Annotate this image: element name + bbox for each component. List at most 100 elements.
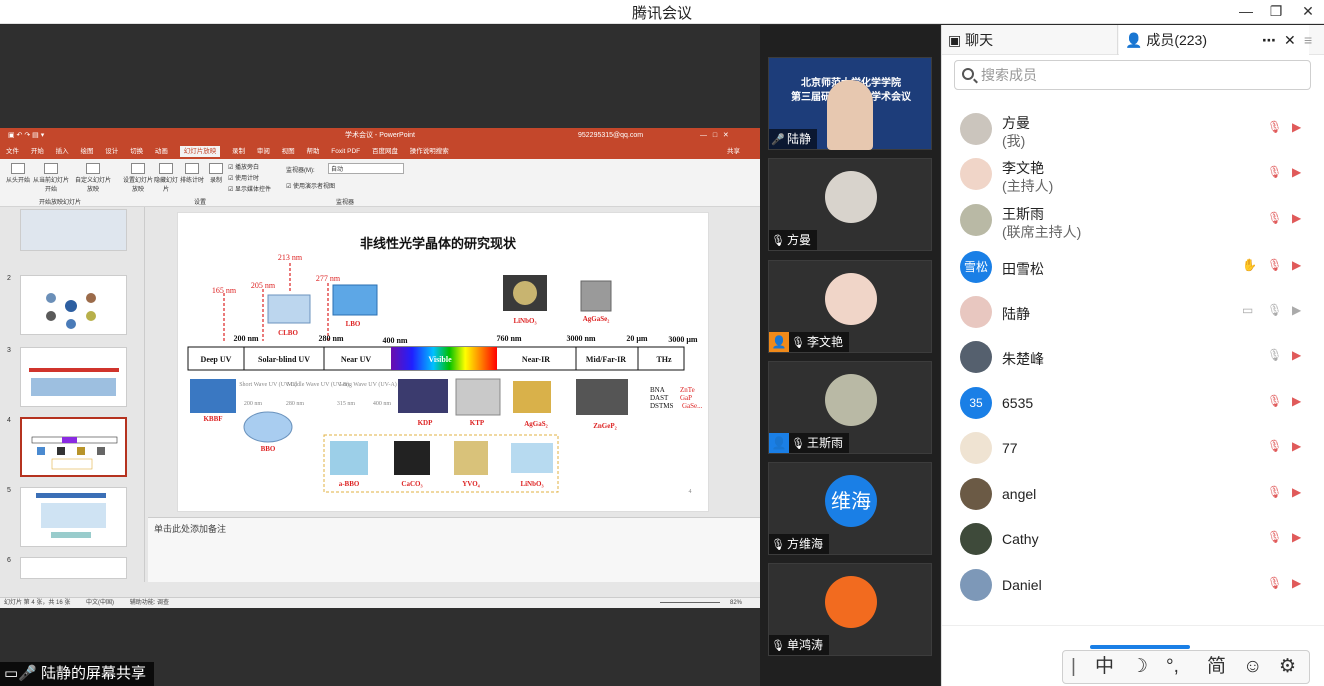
tab-foxit[interactable]: Foxit PDF: [331, 148, 360, 155]
member-row[interactable]: Cathy 🎙 ▶: [942, 517, 1324, 562]
moon-icon[interactable]: ☽: [1131, 651, 1148, 683]
custom-show-button[interactable]: 自定义幻灯片放映: [74, 163, 112, 193]
menu-icon[interactable]: ≡: [1304, 25, 1324, 55]
mic-on-icon[interactable]: 🎙: [1267, 348, 1285, 366]
member-row[interactable]: 李文艳 (主持人) 🎙 ▶: [942, 152, 1324, 197]
tab-help[interactable]: 帮助: [306, 148, 319, 155]
tab-baidu[interactable]: 百度网盘: [372, 148, 398, 155]
setup-show-button[interactable]: 设置幻灯片放映: [122, 163, 154, 193]
ppt-account[interactable]: 952295315@qq.com: [578, 128, 643, 144]
accessibility-status[interactable]: 辅助功能: 调查: [130, 600, 169, 606]
tab-slideshow[interactable]: 幻灯片放映: [179, 146, 221, 157]
record-button[interactable]: 录制: [206, 163, 226, 184]
mic-muted-icon[interactable]: 🎙: [1267, 211, 1285, 229]
camera-off-icon[interactable]: ▶: [1292, 439, 1310, 457]
member-row[interactable]: 朱楚峰 🎙 ▶: [942, 335, 1324, 380]
slide-thumbnail[interactable]: [20, 209, 127, 251]
slide-thumbnail[interactable]: [20, 487, 127, 547]
mic-muted-icon[interactable]: 🎙: [1267, 120, 1285, 138]
from-current-button[interactable]: 从当前幻灯片开始: [32, 163, 70, 193]
camera-off-icon[interactable]: ▶: [1292, 120, 1310, 138]
slide-thumbnail[interactable]: [20, 347, 127, 407]
zoom-level[interactable]: 82%: [730, 598, 742, 609]
mic-muted-icon[interactable]: 🎙: [1267, 258, 1285, 276]
video-tile[interactable]: 维海 🎙 方维海: [768, 462, 932, 555]
camera-off-icon[interactable]: ▶: [1292, 348, 1310, 366]
tab-file[interactable]: 文件: [6, 148, 19, 155]
more-icon[interactable]: ⋯: [1262, 25, 1284, 55]
mic-muted-icon[interactable]: 🎙: [1267, 439, 1285, 457]
mic-muted-icon[interactable]: 🎙: [1267, 530, 1285, 548]
rehearse-button[interactable]: 排练计时: [179, 163, 205, 184]
mic-on-icon[interactable]: 🎙: [1267, 303, 1285, 321]
emoji-icon[interactable]: ☺: [1243, 651, 1262, 683]
maximize-button[interactable]: ❐: [1260, 0, 1292, 24]
ime-punctuation-toggle[interactable]: °,: [1166, 651, 1179, 683]
member-search-input[interactable]: 搜索成员: [954, 60, 1311, 90]
member-row[interactable]: 陆静 ▭ 🎙 ▶: [942, 290, 1324, 335]
member-row[interactable]: Daniel 🎙 ▶: [942, 563, 1324, 608]
camera-off-icon[interactable]: ▶: [1292, 165, 1310, 183]
member-row[interactable]: 方曼 (我) 🎙 ▶: [942, 107, 1324, 152]
slide-thumbnail-pane[interactable]: 2 3 4 5 6: [0, 207, 145, 582]
monitor-select[interactable]: 自动: [328, 163, 404, 174]
camera-off-icon[interactable]: ▶: [1292, 576, 1310, 594]
tab-transitions[interactable]: 切换: [130, 148, 143, 155]
from-start-button[interactable]: 从头开始: [4, 163, 32, 184]
tab-record[interactable]: 录制: [232, 148, 245, 155]
tab-design[interactable]: 设计: [105, 148, 118, 155]
language-status[interactable]: 中文(中国): [86, 600, 114, 606]
member-row[interactable]: 雪松 田雪松 ✋ 🎙 ▶: [942, 245, 1324, 290]
video-tile[interactable]: 👤 🎙 王斯雨: [768, 361, 932, 454]
video-tile[interactable]: 🎙 单鸿涛: [768, 563, 932, 656]
member-row[interactable]: 王斯雨 (联席主持人) 🎙 ▶: [942, 198, 1324, 243]
tab-animations[interactable]: 动画: [155, 148, 168, 155]
tab-review[interactable]: 审阅: [257, 148, 270, 155]
close-panel-icon[interactable]: ✕: [1284, 25, 1302, 55]
mic-muted-icon[interactable]: 🎙: [1267, 165, 1285, 183]
ime-simplified-toggle[interactable]: 简: [1207, 651, 1226, 683]
play-narration-check[interactable]: ☑ 播放旁白: [228, 162, 259, 171]
slide-thumbnail-selected[interactable]: [20, 417, 127, 477]
camera-off-icon[interactable]: ▶: [1292, 394, 1310, 412]
member-row[interactable]: angel 🎙 ▶: [942, 472, 1324, 517]
minimize-button[interactable]: —: [1230, 0, 1262, 24]
member-row[interactable]: 77 🎙 ▶: [942, 426, 1324, 471]
ime-drag-icon[interactable]: |: [1071, 651, 1076, 683]
close-button[interactable]: ✕: [1292, 0, 1324, 24]
tab-draw[interactable]: 绘图: [80, 148, 93, 155]
camera-off-icon[interactable]: ▶: [1292, 485, 1310, 503]
camera-on-icon[interactable]: ▶: [1292, 303, 1310, 321]
powerpoint-window[interactable]: ▣ ↶ ↷ ▤ ▾ 学术会议 - PowerPoint 952295315@qq…: [0, 128, 760, 608]
tab-home[interactable]: 开始: [31, 148, 44, 155]
notes-pane[interactable]: 单击此处添加备注: [148, 517, 760, 582]
presenter-view-check[interactable]: ☑ 使用演示者视图: [286, 181, 335, 190]
show-media-check[interactable]: ☑ 显示媒体控件: [228, 184, 271, 193]
ppt-window-controls[interactable]: — □ ✕: [700, 128, 729, 144]
video-tile[interactable]: 北京师范大学化学学院 第三届研究生……学术会议 🎤陆静: [768, 57, 932, 150]
slide-thumbnail[interactable]: [20, 275, 127, 335]
ime-toolbar[interactable]: | 中 ☽ °, 简 ☺ ⚙: [1062, 650, 1310, 684]
camera-off-icon[interactable]: ▶: [1292, 530, 1310, 548]
use-timings-check[interactable]: ☑ 使用计时: [228, 173, 259, 182]
camera-off-icon[interactable]: ▶: [1292, 211, 1310, 229]
slide-thumbnail[interactable]: [20, 557, 127, 579]
current-slide[interactable]: 非线性光学晶体的研究现状 165 nm 205 nm 213 nm 277 nm…: [177, 212, 709, 512]
tell-me-search[interactable]: 操作说明搜索: [410, 148, 449, 155]
share-button[interactable]: 共享: [727, 144, 740, 159]
mic-muted-icon[interactable]: 🎙: [1267, 576, 1285, 594]
tab-chat[interactable]: ▣ 聊天: [942, 25, 1118, 55]
video-tile[interactable]: 👤 🎙 李文艳: [768, 260, 932, 353]
member-row[interactable]: 35 6535 🎙 ▶: [942, 381, 1324, 426]
mic-muted-icon[interactable]: 🎙: [1267, 485, 1285, 503]
tab-insert[interactable]: 插入: [56, 148, 69, 155]
zoom-slider[interactable]: [660, 602, 720, 603]
hide-slide-button[interactable]: 隐藏幻灯片: [154, 163, 178, 193]
gear-icon[interactable]: ⚙: [1279, 651, 1296, 683]
video-tile[interactable]: 🎙 方曼: [768, 158, 932, 251]
tab-view[interactable]: 视图: [282, 148, 295, 155]
ime-handle[interactable]: [1090, 645, 1190, 649]
camera-off-icon[interactable]: ▶: [1292, 258, 1310, 276]
ime-mode-toggle[interactable]: 中: [1095, 651, 1114, 683]
mic-muted-icon[interactable]: 🎙: [1267, 394, 1285, 412]
